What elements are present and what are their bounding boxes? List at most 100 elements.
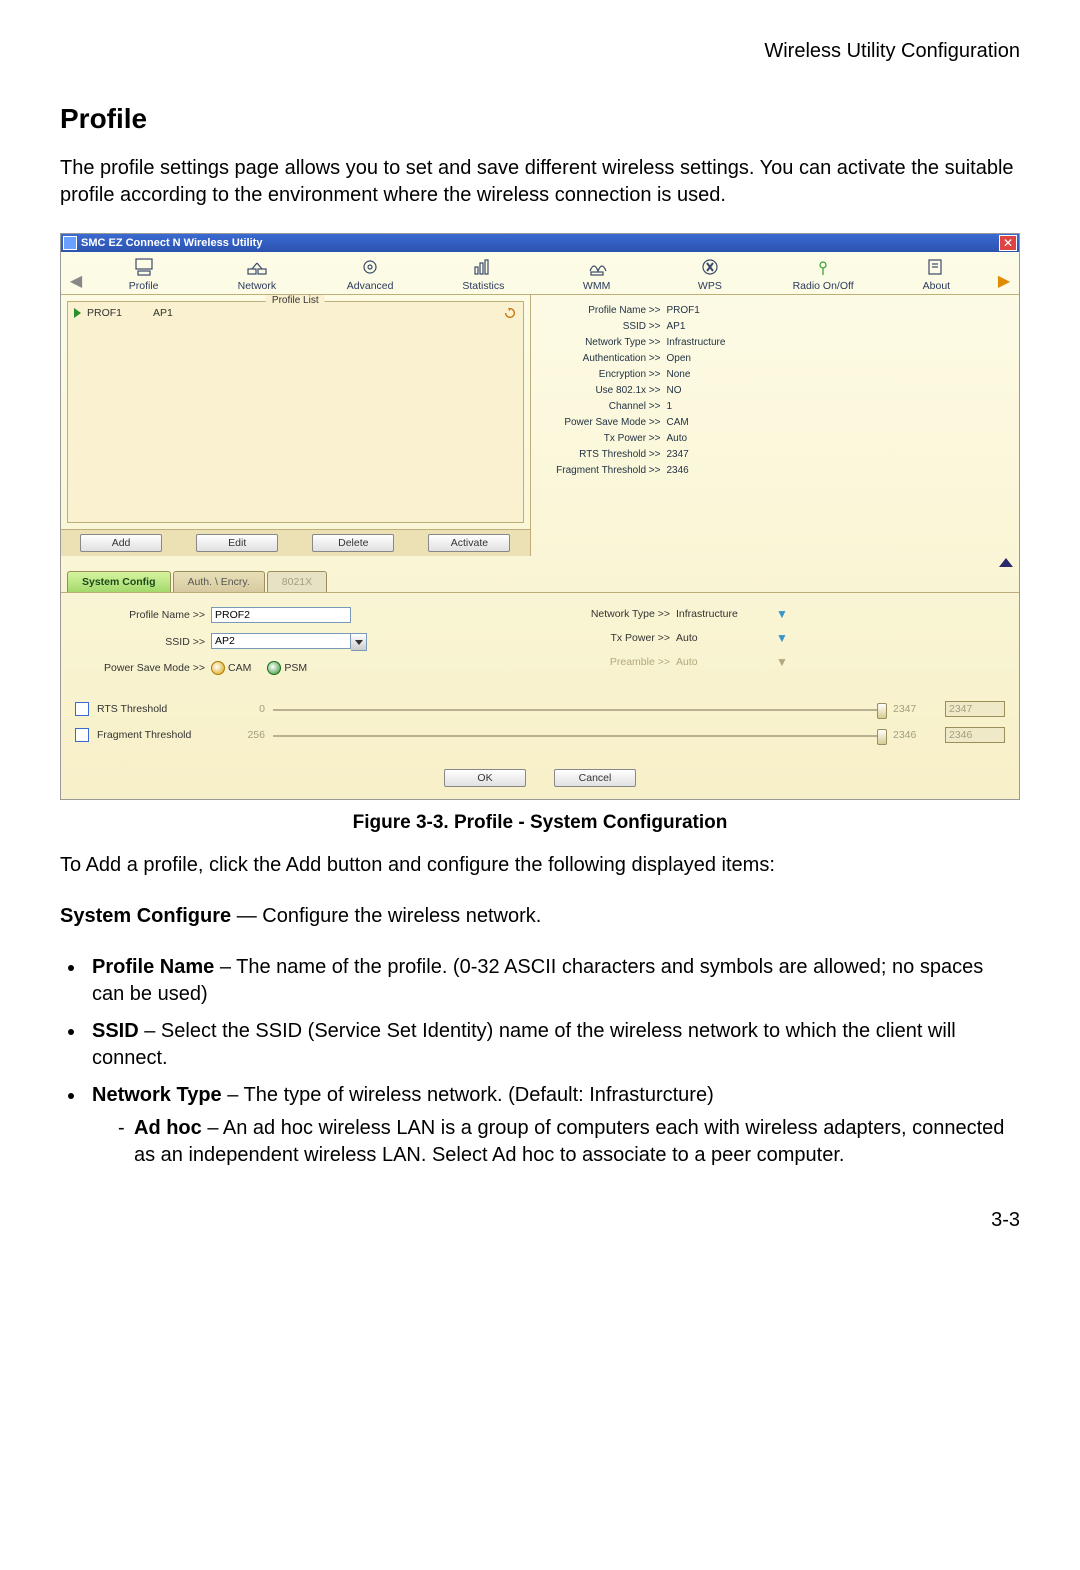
window-title: SMC EZ Connect N Wireless Utility (81, 237, 999, 249)
sub-bullet-item: Ad hoc – An ad hoc wireless LAN is a gro… (118, 1115, 1020, 1169)
tab-8021x[interactable]: 8021X (267, 571, 327, 592)
back-icon[interactable]: ◀ (65, 270, 87, 292)
toolbar-network[interactable]: Network (200, 256, 313, 292)
detail-key: SSID >> (541, 319, 661, 335)
toolbar-radio[interactable]: Radio On/Off (767, 256, 880, 292)
toolbar-wmm[interactable]: WMM (540, 256, 653, 292)
detail-key: Network Type >> (541, 335, 661, 351)
profile-name-label: Profile Name >> (75, 609, 211, 621)
frag-max: 2346 (893, 729, 937, 741)
detail-key: Authentication >> (541, 351, 661, 367)
detail-row: Fragment Threshold >>2346 (541, 463, 1010, 479)
bullet-item: Profile Name – The name of the profile. … (86, 954, 1020, 1008)
slider-thumb-icon[interactable] (877, 729, 887, 745)
detail-key: Power Save Mode >> (541, 415, 661, 431)
tab-auth-encry[interactable]: Auth. \ Encry. (173, 571, 265, 592)
add-profile-instruction: To Add a profile, click the Add button a… (60, 852, 1020, 879)
preamble-value: Auto (676, 656, 776, 668)
detail-value: 2347 (661, 447, 689, 463)
detail-key: Tx Power >> (541, 431, 661, 447)
delete-button[interactable]: Delete (312, 534, 394, 552)
detail-value: 1 (661, 399, 673, 415)
cancel-button[interactable]: Cancel (554, 769, 636, 787)
app-icon (63, 236, 77, 250)
network-type-label: Network Type >> (560, 608, 676, 620)
system-config-form: Profile Name >> SSID >> Power Save Mode … (61, 592, 1019, 695)
page-number: 3-3 (60, 1209, 1020, 1232)
detail-key: Fragment Threshold >> (541, 463, 661, 479)
rts-label: RTS Threshold (97, 703, 217, 715)
detail-value: PROF1 (661, 303, 700, 319)
rts-value: 2347 (945, 701, 1005, 717)
profile-list-buttons: Add Edit Delete Activate (61, 529, 530, 556)
titlebar: SMC EZ Connect N Wireless Utility ✕ (61, 234, 1019, 252)
frag-slider[interactable] (273, 735, 885, 737)
toolbar-about[interactable]: About (880, 256, 993, 292)
slider-section: RTS Threshold 0 2347 2347 Fragment Thres… (61, 695, 1019, 763)
detail-key: Encryption >> (541, 367, 661, 383)
chevron-down-icon[interactable]: ▼ (776, 631, 788, 645)
detail-value: 2346 (661, 463, 689, 479)
toolbar-statistics[interactable]: Statistics (427, 256, 540, 292)
section-heading: Profile (60, 103, 1020, 135)
detail-value: NO (661, 383, 682, 399)
detail-row: Encryption >>None (541, 367, 1010, 383)
active-profile-icon (74, 308, 81, 318)
toolbar-wps[interactable]: WPS (653, 256, 766, 292)
chevron-down-icon: ▼ (776, 655, 788, 669)
profile-details-panel: Profile Name >>PROF1SSID >>AP1Network Ty… (531, 295, 1020, 556)
close-icon[interactable]: ✕ (999, 235, 1017, 251)
bullet-item: Network Type – The type of wireless netw… (86, 1082, 1020, 1169)
detail-row: Channel >>1 (541, 399, 1010, 415)
chevron-down-icon[interactable]: ▼ (776, 607, 788, 621)
figure-caption: Figure 3-3. Profile - System Configurati… (60, 812, 1020, 834)
ssid-dropdown-icon[interactable] (351, 633, 367, 651)
profile-ssid: AP1 (153, 307, 173, 319)
bullet-list: Profile Name – The name of the profile. … (60, 954, 1020, 1169)
profile-name: PROF1 (87, 307, 147, 319)
detail-row: Use 802.1x >>NO (541, 383, 1010, 399)
psm-cam-text: CAM (228, 662, 251, 674)
frag-min: 256 (225, 729, 265, 741)
activate-button[interactable]: Activate (428, 534, 510, 552)
preamble-label: Preamble >> (560, 656, 676, 668)
detail-key: RTS Threshold >> (541, 447, 661, 463)
detail-value: CAM (661, 415, 689, 431)
ok-button[interactable]: OK (444, 769, 526, 787)
detail-key: Use 802.1x >> (541, 383, 661, 399)
rts-min: 0 (225, 703, 265, 715)
psm-cam-radio[interactable] (211, 661, 225, 675)
tab-system-config[interactable]: System Config (67, 571, 171, 592)
collapse-icon[interactable] (999, 558, 1013, 567)
frag-checkbox[interactable] (75, 728, 89, 742)
detail-row: Power Save Mode >>CAM (541, 415, 1010, 431)
edit-button[interactable]: Edit (196, 534, 278, 552)
ssid-input[interactable] (211, 633, 351, 649)
detail-key: Channel >> (541, 399, 661, 415)
toolbar: ◀ Profile Network Advanced Statistics WM… (61, 252, 1019, 294)
detail-value: None (661, 367, 691, 383)
profile-name-input[interactable] (211, 607, 351, 623)
slider-thumb-icon[interactable] (877, 703, 887, 719)
ssid-label: SSID >> (75, 636, 211, 648)
psm-psm-radio[interactable] (267, 661, 281, 675)
detail-row: RTS Threshold >>2347 (541, 447, 1010, 463)
psm-psm-text: PSM (284, 662, 307, 674)
toolbar-advanced[interactable]: Advanced (314, 256, 427, 292)
main-panel: Profile List PROF1 AP1 Add Edit Delete A… (61, 294, 1019, 556)
wireless-utility-window: SMC EZ Connect N Wireless Utility ✕ ◀ Pr… (60, 233, 1020, 800)
collapse-row (61, 556, 1019, 567)
detail-row: Tx Power >>Auto (541, 431, 1010, 447)
tx-power-value[interactable]: Auto (676, 632, 776, 644)
forward-icon[interactable]: ▶ (993, 270, 1015, 292)
form-buttons: OK Cancel (61, 763, 1019, 799)
network-type-value[interactable]: Infrastructure (676, 608, 776, 620)
rts-checkbox[interactable] (75, 702, 89, 716)
rts-slider[interactable] (273, 709, 885, 711)
frag-value: 2346 (945, 727, 1005, 743)
add-button[interactable]: Add (80, 534, 162, 552)
detail-value: Open (661, 351, 691, 367)
detail-row: Network Type >>Infrastructure (541, 335, 1010, 351)
toolbar-profile[interactable]: Profile (87, 256, 200, 292)
detail-row: SSID >>AP1 (541, 319, 1010, 335)
